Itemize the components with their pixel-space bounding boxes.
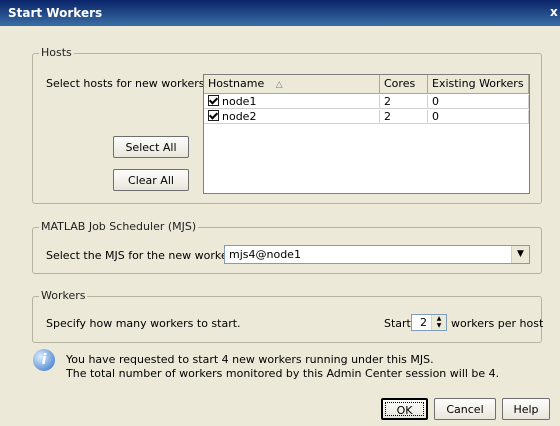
title-bar: Start Workers x xyxy=(0,0,560,26)
hosts-table: Hostname △ Cores Existing Workers node1 … xyxy=(203,74,530,194)
sort-ascending-icon: △ xyxy=(275,80,283,90)
window-title: Start Workers xyxy=(8,6,103,20)
start-label: Start xyxy=(384,317,411,330)
spinner-arrows-icon[interactable]: ▲ ▼ xyxy=(431,315,446,330)
mjs-selected-value: mjs4@node1 xyxy=(229,248,301,261)
hostname-cell[interactable]: node2 xyxy=(204,110,380,124)
message-line-1: You have requested to start 4 new worker… xyxy=(66,353,434,366)
mjs-select[interactable]: mjs4@node1 ▼ xyxy=(224,245,530,264)
hosts-prompt: Select hosts for new workers. xyxy=(46,77,209,90)
help-button[interactable]: Help xyxy=(502,398,550,420)
select-all-button[interactable]: Select All xyxy=(113,136,189,158)
host-checkbox[interactable] xyxy=(208,110,219,121)
chevron-down-icon[interactable]: ▼ xyxy=(511,246,529,263)
table-row[interactable]: node2 2 0 xyxy=(204,110,529,124)
clear-all-button[interactable]: Clear All xyxy=(113,169,189,191)
column-header-existing-workers[interactable]: Existing Workers xyxy=(428,75,529,93)
info-icon: i xyxy=(33,349,55,371)
cores-cell: 2 xyxy=(380,95,428,109)
workers-per-host-spinner[interactable]: 2 ▲ ▼ xyxy=(411,314,447,331)
spinner-value: 2 xyxy=(420,316,427,329)
table-row[interactable]: node1 2 0 xyxy=(204,95,529,109)
existing-workers-cell: 0 xyxy=(428,110,529,124)
ok-button[interactable]: OK xyxy=(381,398,428,420)
message-line-2: The total number of workers monitored by… xyxy=(66,367,500,380)
close-icon[interactable]: x xyxy=(550,5,560,19)
workers-prompt: Specify how many workers to start. xyxy=(46,317,241,330)
cores-cell: 2 xyxy=(380,110,428,124)
workers-legend: Workers xyxy=(39,289,88,302)
table-header: Hostname △ Cores Existing Workers xyxy=(204,75,529,94)
hosts-legend: Hosts xyxy=(39,46,74,59)
column-header-hostname[interactable]: Hostname △ xyxy=(204,75,380,93)
mjs-prompt: Select the MJS for the new workers. xyxy=(46,249,242,262)
existing-workers-cell: 0 xyxy=(428,95,529,109)
per-host-label: workers per host xyxy=(451,317,544,330)
hostname-cell[interactable]: node1 xyxy=(204,95,380,109)
host-checkbox[interactable] xyxy=(208,95,219,106)
column-header-cores[interactable]: Cores xyxy=(380,75,428,93)
cancel-button[interactable]: Cancel xyxy=(434,398,496,420)
mjs-legend: MATLAB Job Scheduler (MJS) xyxy=(39,220,199,233)
